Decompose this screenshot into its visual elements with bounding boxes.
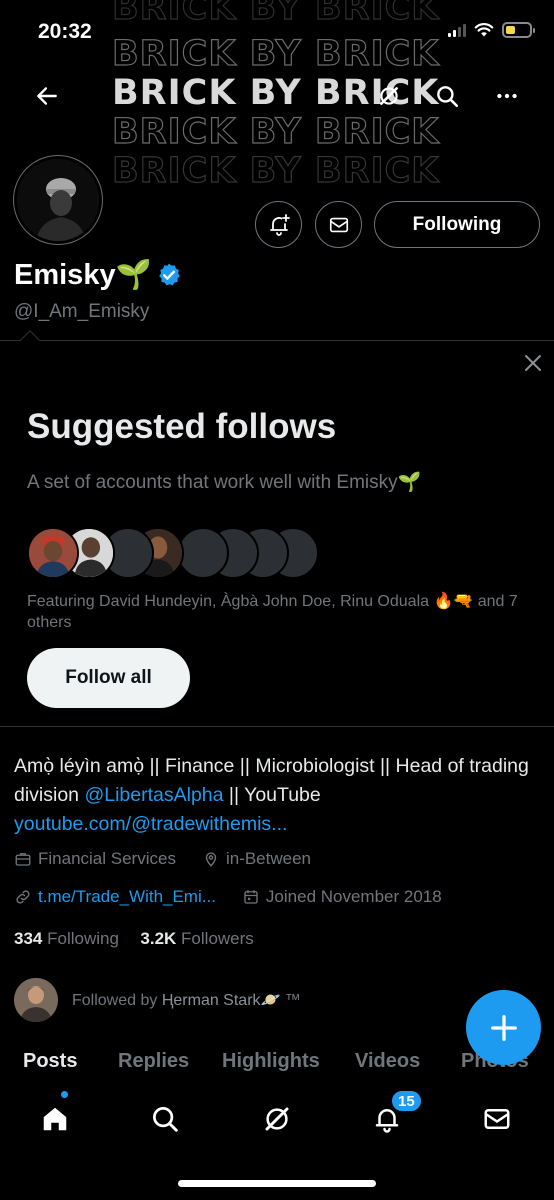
following-button[interactable]: Following	[374, 201, 540, 248]
grok-button[interactable]	[366, 73, 412, 119]
profile-avatar[interactable]	[14, 156, 102, 244]
bio-text-tail: || YouTube	[223, 784, 321, 806]
profile-category: Financial Services	[38, 849, 176, 868]
grok-icon	[265, 1107, 289, 1131]
close-icon	[525, 355, 541, 371]
verified-badge-icon[interactable]	[156, 262, 182, 288]
message-button[interactable]	[315, 201, 362, 248]
nav-home[interactable]	[30, 1094, 80, 1144]
search-icon	[437, 86, 459, 108]
profile-handle: @I_Am_Emisky	[14, 301, 150, 322]
link-icon	[16, 890, 30, 904]
home-unread-dot	[60, 1090, 69, 1099]
profile-joined: Joined November 2018	[265, 887, 442, 906]
nav-messages[interactable]	[472, 1094, 522, 1144]
arrow-left-icon	[37, 87, 57, 105]
banner-text-row: BRICK BY BRICK	[111, 33, 440, 74]
notifications-badge: 15	[390, 1089, 423, 1113]
display-name: Emisky🌱	[14, 259, 152, 291]
nav-grok[interactable]	[252, 1094, 302, 1144]
dismiss-suggestions-button[interactable]	[519, 349, 547, 377]
wifi-icon	[474, 23, 494, 37]
profile-website-link[interactable]: t.me/Trade_With_Emi...	[38, 887, 216, 907]
banner-text-row: BRICK BY BRICK	[111, 111, 440, 152]
profile-website-row: t.me/Trade_With_Emi... Joined November 2…	[14, 887, 442, 907]
suggested-featuring: Featuring David Hundeyin, Àgbà John Doe,…	[27, 593, 518, 631]
status-icons	[448, 22, 535, 38]
profile-location: in-Between	[225, 849, 312, 868]
suggested-avatar	[177, 527, 229, 579]
location-pin-icon	[205, 852, 217, 867]
plus-icon	[490, 1014, 517, 1041]
status-time: 20:32	[38, 20, 92, 43]
panel-divider	[0, 340, 554, 341]
more-icon	[497, 93, 517, 99]
name-row: Emisky🌱	[14, 258, 182, 292]
followed-by-name: Ⱨerman Stark🪐	[161, 992, 281, 1009]
followed-by-prefix: Followed by	[72, 992, 162, 1009]
suggested-subtitle: A set of accounts that work well with Em…	[27, 472, 422, 493]
briefcase-icon	[15, 853, 31, 866]
follow-all-button[interactable]: Follow all	[27, 648, 190, 708]
bio-url-link[interactable]: youtube.com/@tradewithemis...	[14, 813, 287, 835]
suggested-avatars[interactable]	[27, 527, 327, 579]
calendar-icon	[244, 890, 258, 904]
profile-tabs: Posts Replies Highlights Videos Photos	[0, 1050, 554, 1084]
tab-videos[interactable]: Videos	[355, 1050, 420, 1073]
messages-icon	[484, 1109, 510, 1129]
cellular-signal-icon	[448, 23, 466, 37]
followers-count: 3.2K	[140, 929, 177, 948]
home-indicator[interactable]	[178, 1180, 376, 1187]
followed-by-suffix: ™	[280, 992, 301, 1009]
back-button[interactable]	[24, 73, 70, 119]
battery-icon	[502, 22, 535, 38]
notify-button[interactable]	[255, 201, 302, 248]
follow-counts: 334 Following 3.2K Followers	[14, 929, 254, 949]
following-count-link[interactable]: 334 Following	[14, 929, 119, 948]
suggested-avatar	[27, 527, 79, 579]
more-button[interactable]	[484, 73, 530, 119]
suggested-title: Suggested follows	[27, 407, 337, 446]
bell-plus-icon	[269, 213, 290, 236]
grok-icon	[380, 87, 398, 105]
nav-search[interactable]	[140, 1094, 190, 1144]
envelope-icon	[329, 217, 348, 232]
tab-posts[interactable]: Posts	[23, 1050, 77, 1073]
followers-label: Followers	[181, 929, 254, 948]
compose-button[interactable]	[466, 990, 541, 1065]
followed-by-avatar	[14, 978, 58, 1022]
followers-count-link[interactable]: 3.2K Followers	[140, 929, 253, 948]
panel-pointer	[20, 330, 40, 350]
panel-divider	[0, 726, 554, 727]
following-label: Following	[47, 929, 119, 948]
bio-mention-link[interactable]: @LibertasAlpha	[84, 784, 223, 806]
tab-highlights[interactable]: Highlights	[222, 1050, 320, 1073]
profile-category-row: Financial Services in-Between	[14, 849, 311, 869]
home-icon	[43, 1107, 67, 1131]
banner-text-row: BRICK BY BRICK	[111, 150, 440, 191]
followed-by-row[interactable]: Followed by Ⱨerman Stark🪐 ™	[14, 978, 301, 1022]
tab-replies[interactable]: Replies	[118, 1050, 189, 1073]
following-count: 334	[14, 929, 43, 948]
search-button[interactable]	[424, 73, 470, 119]
profile-bio: Amọ̀ léyìn amọ̀ || Finance || Microbiolo…	[14, 752, 534, 839]
search-icon	[153, 1107, 178, 1132]
